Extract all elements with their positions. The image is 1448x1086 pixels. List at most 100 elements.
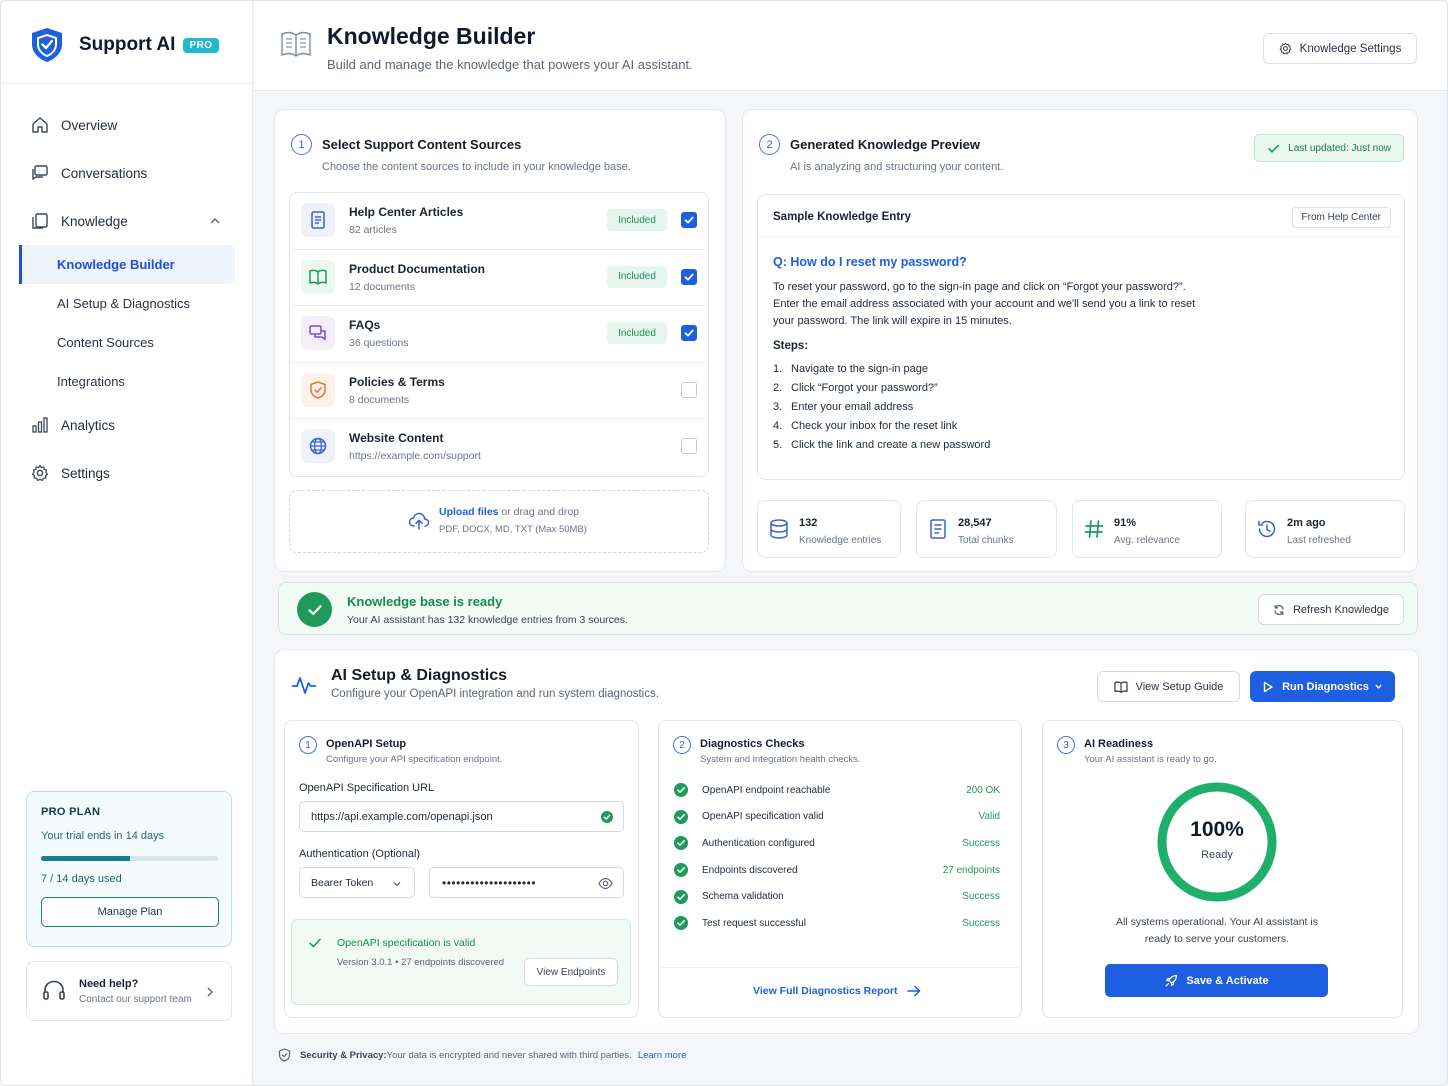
ready-title: Knowledge base is ready bbox=[347, 594, 503, 609]
preview-title: Generated Knowledge Preview bbox=[790, 137, 981, 152]
brand-name: Support AI bbox=[79, 34, 176, 55]
upload-dropzone[interactable]: Upload files or drag and drop PDF, DOCX,… bbox=[289, 490, 709, 553]
success-icon-wrap bbox=[297, 592, 332, 627]
gear-icon bbox=[1279, 42, 1292, 55]
stat-label: Last refreshed bbox=[1287, 535, 1351, 546]
source-checkbox[interactable] bbox=[681, 212, 697, 228]
learn-more-link[interactable]: Learn more bbox=[638, 1050, 687, 1061]
sidebar-item-knowledge[interactable]: Knowledge bbox=[19, 197, 235, 245]
check-value: 27 endpoints bbox=[942, 864, 1000, 876]
chevron-up-icon[interactable] bbox=[209, 215, 221, 227]
activity-pulse-icon bbox=[291, 677, 317, 694]
check-circle-icon bbox=[674, 863, 688, 878]
list-item: 2. Click “Forgot your password?” bbox=[773, 382, 990, 401]
upload-link-text[interactable]: Upload files bbox=[439, 506, 499, 518]
brand[interactable]: Support AI PRO bbox=[29, 25, 219, 65]
sidebar-subitem-knowledge-builder[interactable]: Knowledge Builder bbox=[19, 245, 235, 284]
badge-label: Last updated: Just now bbox=[1288, 142, 1391, 154]
sidebar-subitem-integrations[interactable]: Integrations bbox=[19, 362, 235, 401]
check-circle-icon bbox=[674, 916, 688, 931]
sources-subtitle: Choose the content sources to include in… bbox=[322, 161, 631, 173]
sources-title: Select Support Content Sources bbox=[322, 137, 522, 152]
source-row-website[interactable]: Website Content https://example.com/supp… bbox=[290, 419, 708, 476]
source-checkbox[interactable] bbox=[681, 381, 697, 398]
checks-subtitle: System and integration health checks. bbox=[700, 754, 861, 765]
refresh-knowledge-button[interactable]: Refresh Knowledge bbox=[1258, 594, 1404, 625]
gear-icon bbox=[31, 464, 49, 482]
open-book-icon bbox=[281, 31, 311, 57]
select-value: Bearer Token bbox=[311, 876, 374, 889]
ready-subtitle: Your AI assistant has 132 knowledge entr… bbox=[347, 614, 628, 626]
source-row-product-docs[interactable]: Product Documentation 12 documents Inclu… bbox=[290, 250, 708, 306]
chevron-down-icon bbox=[393, 882, 401, 887]
sidebar-item-conversations[interactable]: Conversations bbox=[19, 149, 235, 197]
conversations-icon bbox=[32, 165, 48, 180]
openapi-title: OpenAPI Setup bbox=[326, 738, 407, 750]
step-text: Enter your email address bbox=[791, 401, 914, 413]
manage-plan-button[interactable]: Manage Plan bbox=[41, 897, 219, 927]
sidebar-subitem-ai-setup[interactable]: AI Setup & Diagnostics bbox=[19, 284, 235, 323]
readiness-title: AI Readiness bbox=[1084, 738, 1154, 750]
check-icon bbox=[684, 329, 694, 337]
button-label: Refresh Knowledge bbox=[1292, 603, 1389, 616]
check-value: Success bbox=[962, 891, 1000, 903]
sidebar-subitem-content-sources[interactable]: Content Sources bbox=[19, 323, 235, 362]
knowledge-ready-banner: Knowledge base is ready Your AI assistan… bbox=[278, 582, 1418, 635]
valid-title: OpenAPI specification is valid bbox=[337, 937, 476, 949]
stat-value: 132 bbox=[799, 517, 818, 529]
upload-files-link[interactable]: Upload files or drag and drop bbox=[439, 506, 579, 518]
view-setup-guide-button[interactable]: View Setup Guide bbox=[1097, 671, 1240, 702]
eye-icon[interactable] bbox=[598, 877, 613, 890]
clock-history-icon bbox=[1258, 520, 1276, 538]
source-checkbox[interactable] bbox=[681, 438, 697, 454]
source-row-policies[interactable]: Policies & Terms 8 documents bbox=[290, 363, 708, 419]
sidebar-item-overview[interactable]: Overview bbox=[19, 101, 235, 149]
help-title: Need help? bbox=[79, 977, 139, 990]
home-icon bbox=[32, 117, 48, 133]
refresh-icon bbox=[1274, 604, 1284, 615]
stat-label: Avg. relevance bbox=[1114, 535, 1180, 546]
link-label: View Full Diagnostics Report bbox=[753, 985, 898, 997]
book-icon bbox=[309, 269, 327, 285]
source-name: FAQs bbox=[349, 318, 381, 332]
shield-logo-icon bbox=[32, 28, 62, 62]
full-report-link[interactable]: View Full Diagnostics Report bbox=[753, 985, 921, 997]
readiness-subtitle: Your AI assistant is ready to go. bbox=[1084, 754, 1217, 765]
auth-type-select[interactable]: Bearer Token bbox=[299, 867, 415, 898]
check-row: Authentication configured Success bbox=[674, 830, 1000, 857]
check-label: Schema validation bbox=[702, 891, 784, 903]
source-checkbox[interactable] bbox=[681, 325, 697, 341]
footer-text: Your data is encrypted and never shared … bbox=[386, 1049, 632, 1061]
source-checkbox[interactable] bbox=[681, 268, 697, 285]
check-row: Schema validation Success bbox=[674, 883, 1000, 910]
upload-hint: or drag and drop bbox=[498, 506, 580, 518]
diagnostics-subtitle: Configure your OpenAPI integration and r… bbox=[331, 688, 659, 700]
stat-last-refreshed: 2m ago Last refreshed bbox=[1245, 500, 1405, 558]
step-text: Click the link and create a new password bbox=[791, 439, 991, 451]
source-row-faqs[interactable]: FAQs 36 questions Included bbox=[290, 306, 708, 363]
help-card[interactable]: Need help? Contact our support team bbox=[26, 961, 232, 1021]
source-icon-wrap bbox=[301, 372, 335, 407]
save-activate-button[interactable]: Save & Activate bbox=[1105, 964, 1328, 997]
token-input[interactable]: •••••••••••••••••••• bbox=[429, 867, 624, 898]
button-label: Save & Activate bbox=[1186, 974, 1269, 987]
run-diagnostics-button[interactable]: Run Diagnostics bbox=[1250, 671, 1395, 702]
entry-source-tag: From Help Center bbox=[1291, 207, 1391, 228]
source-row-help-center[interactable]: Help Center Articles 82 articles Include… bbox=[290, 193, 708, 250]
sidebar-item-analytics[interactable]: Analytics bbox=[19, 401, 235, 449]
spec-valid-box: OpenAPI specification is valid Version 3… bbox=[291, 919, 631, 1005]
url-label: OpenAPI Specification URL bbox=[299, 782, 435, 794]
check-label: OpenAPI specification valid bbox=[702, 811, 824, 823]
readiness-status: Ready bbox=[1201, 849, 1233, 861]
step-index: 4. bbox=[773, 420, 783, 432]
sidebar-item-settings[interactable]: Settings bbox=[19, 449, 235, 497]
knowledge-settings-button[interactable]: Knowledge Settings bbox=[1263, 33, 1417, 64]
sidebar-item-label: Knowledge bbox=[61, 213, 128, 229]
step-index: 5. bbox=[773, 439, 783, 451]
included-badge: Included bbox=[607, 209, 667, 231]
check-label: Test request successful bbox=[702, 917, 806, 929]
source-icon-wrap bbox=[301, 203, 335, 237]
page-title: Knowledge Builder bbox=[327, 23, 536, 49]
openapi-url-input[interactable] bbox=[299, 801, 624, 832]
view-endpoints-button[interactable]: View Endpoints bbox=[524, 958, 618, 986]
